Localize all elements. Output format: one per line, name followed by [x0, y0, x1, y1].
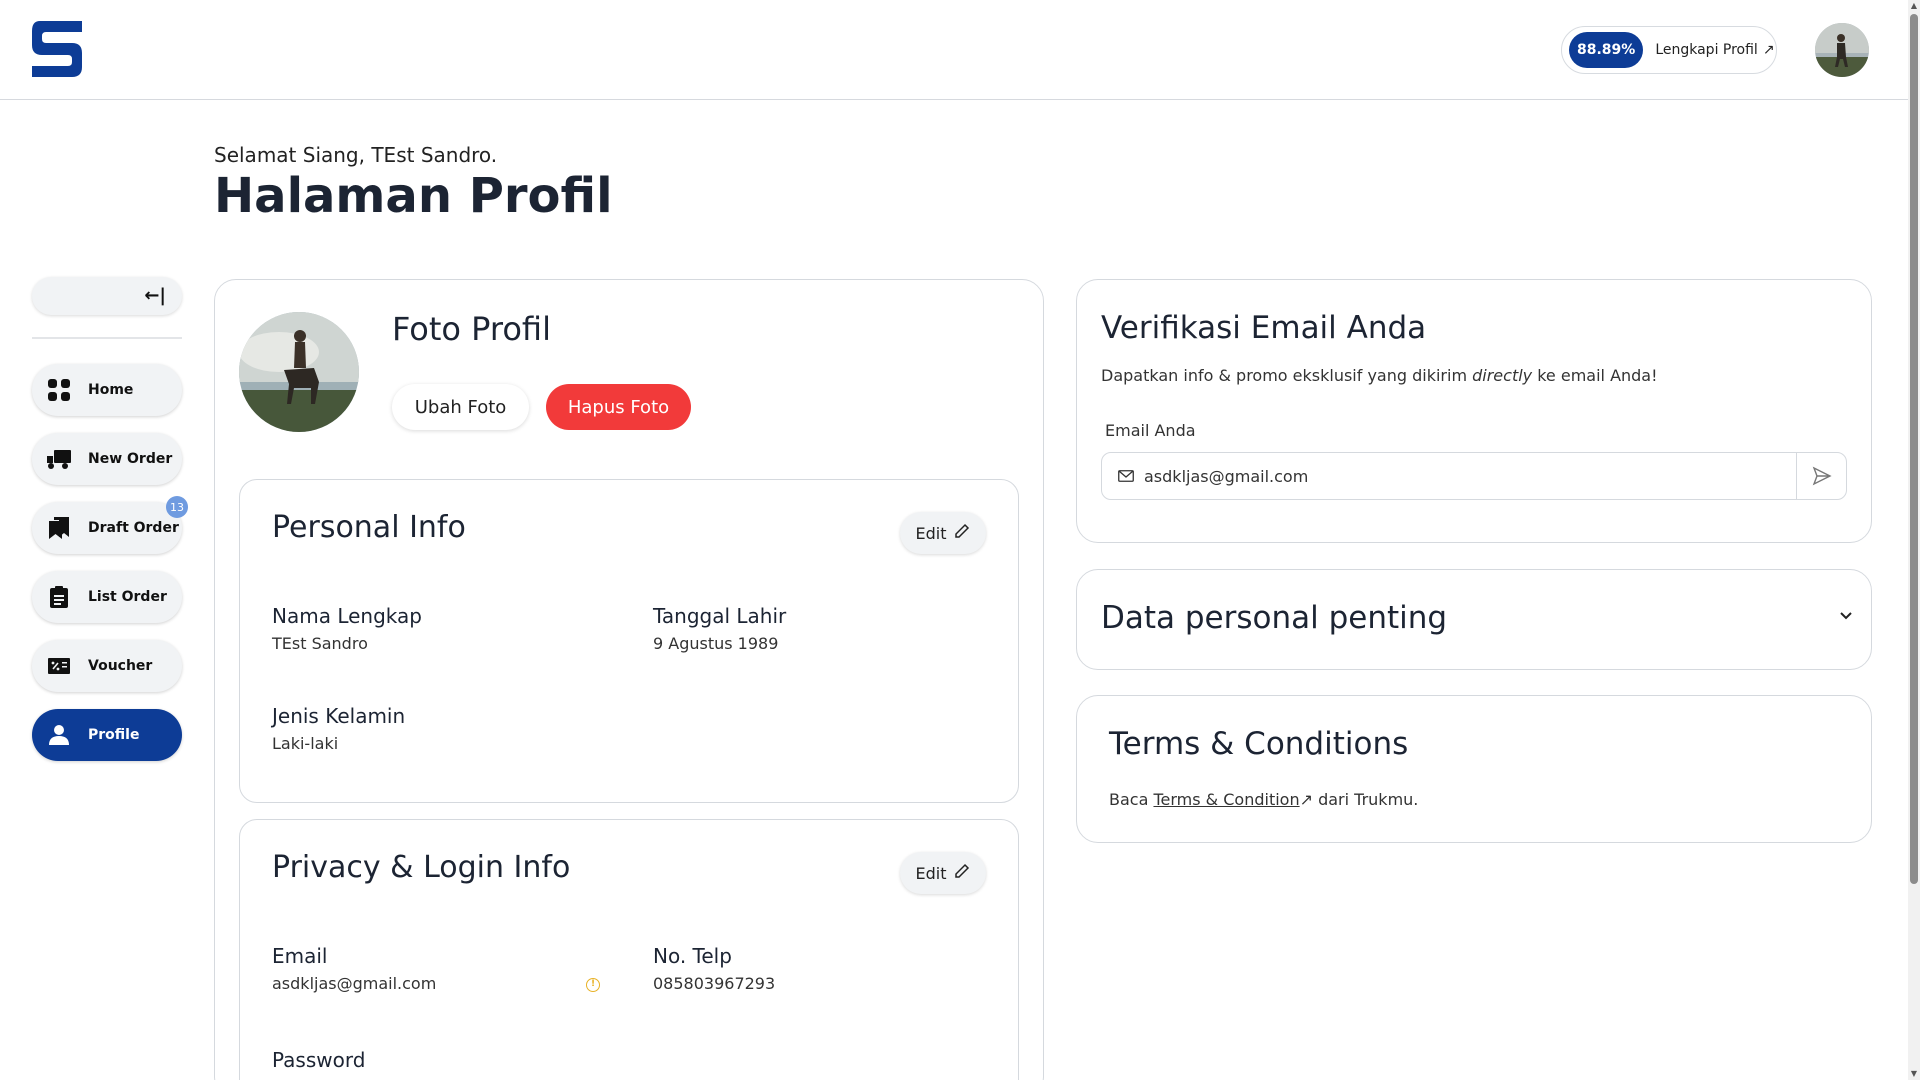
personal-data-accordion[interactable]: Data personal penting [1076, 569, 1872, 670]
sidebar-item-list-order[interactable]: List Order [32, 571, 182, 623]
send-verification-button[interactable] [1796, 453, 1846, 499]
pencil-icon [954, 523, 970, 543]
sidebar-item-label: New Order [88, 451, 173, 467]
truck-icon [46, 446, 72, 472]
full-name-label: Nama Lengkap [272, 604, 422, 628]
edit-personal-info-button[interactable]: Edit [900, 512, 986, 554]
sidebar-item-label: Home [88, 382, 134, 398]
terms-link[interactable]: Terms & Condition [1153, 790, 1299, 809]
change-photo-button[interactable]: Ubah Foto [392, 384, 529, 430]
top-header: 88.89% Lengkapi Profil ↗ [0, 0, 1908, 100]
voucher-icon [46, 653, 72, 679]
external-arrow-icon: ↗ [1299, 790, 1313, 809]
terms-text: Baca Terms & Condition↗ dari Trukmu. [1109, 790, 1419, 809]
sidebar-item-label: Draft Order [88, 520, 179, 536]
warning-icon[interactable]: ! [586, 978, 600, 992]
sidebar-item-draft-order[interactable]: Draft Order 13 [32, 496, 188, 554]
terms-card: Terms & Conditions Baca Terms & Conditio… [1076, 695, 1872, 843]
sidebar-item-label: List Order [88, 589, 167, 605]
sidebar-item-profile[interactable]: Profile [32, 709, 182, 761]
email-value: asdkljas@gmail.com [272, 974, 437, 993]
personal-info-title: Personal Info [272, 510, 466, 545]
profile-completion-badge: 88.89% [1569, 32, 1644, 68]
birth-date-label: Tanggal Lahir [653, 604, 787, 628]
edit-label: Edit [915, 523, 947, 543]
grid-icon [46, 377, 72, 403]
password-label: Password [272, 1048, 366, 1072]
privacy-login-card: Privacy & Login Info Edit Email asdkljas… [239, 819, 1019, 1080]
user-avatar[interactable] [1815, 23, 1869, 77]
terms-title: Terms & Conditions [1109, 726, 1409, 762]
phone-value: 085803967293 [653, 974, 776, 993]
delete-photo-button[interactable]: Hapus Foto [546, 384, 691, 430]
edit-privacy-info-button[interactable]: Edit [900, 852, 986, 894]
greeting-text: Selamat Siang, TEst Sandro. [214, 143, 498, 167]
sidebar-item-label: Profile [88, 727, 140, 743]
send-icon [1812, 466, 1832, 486]
full-name-value: TEst Sandro [272, 634, 368, 653]
privacy-info-title: Privacy & Login Info [272, 850, 571, 885]
sidebar-item-new-order[interactable]: New Order [32, 433, 182, 485]
personal-info-card: Personal Info Edit Nama Lengkap TEst San… [239, 479, 1019, 803]
sidebar-item-home[interactable]: Home [32, 364, 182, 416]
personal-data-title: Data personal penting [1101, 600, 1448, 636]
clipboard-icon [46, 584, 72, 610]
complete-profile-label: Lengkapi Profil [1655, 42, 1758, 58]
draft-count-badge: 13 [166, 496, 188, 518]
external-arrow-icon: ↗ [1762, 42, 1775, 58]
email-verification-description: Dapatkan info & promo eksklusif yang dik… [1101, 366, 1658, 385]
sidebar-divider [32, 337, 182, 339]
trukmu-logo[interactable] [32, 21, 82, 77]
email-input-label: Email Anda [1105, 421, 1196, 440]
birth-date-value: 9 Agustus 1989 [653, 634, 779, 653]
email-label: Email [272, 944, 328, 968]
email-verification-card: Verifikasi Email Anda Dapatkan info & pr… [1076, 279, 1872, 543]
pencil-icon [954, 863, 970, 883]
scrollbar-thumb[interactable] [1910, 14, 1918, 884]
sidebar-item-voucher[interactable]: Voucher [32, 640, 182, 692]
mail-icon [1118, 467, 1134, 486]
scroll-up-arrow-icon[interactable]: ▲ [1908, 0, 1920, 12]
photo-section-title: Foto Profil [392, 310, 551, 348]
email-input-value: asdkljas@gmail.com [1144, 466, 1309, 486]
scroll-down-arrow-icon[interactable]: ▼ [1908, 1068, 1920, 1080]
sidebar-collapse-button[interactable]: ←| [32, 277, 182, 315]
gender-label: Jenis Kelamin [272, 704, 406, 728]
gender-value: Laki-laki [272, 734, 339, 753]
sidebar-item-label: Voucher [88, 658, 153, 674]
email-input[interactable]: asdkljas@gmail.com [1101, 452, 1847, 500]
profile-photo [239, 312, 359, 432]
collapse-arrow-icon: ←| [144, 285, 166, 306]
bookmark-icon [46, 515, 72, 541]
user-icon [46, 722, 72, 748]
complete-profile-button[interactable]: 88.89% Lengkapi Profil ↗ [1561, 26, 1777, 74]
phone-label: No. Telp [653, 944, 732, 968]
email-verification-title: Verifikasi Email Anda [1101, 310, 1427, 346]
chevron-down-icon[interactable] [1839, 606, 1853, 625]
edit-label: Edit [915, 863, 947, 883]
page-title: Halaman Profil [214, 168, 613, 224]
